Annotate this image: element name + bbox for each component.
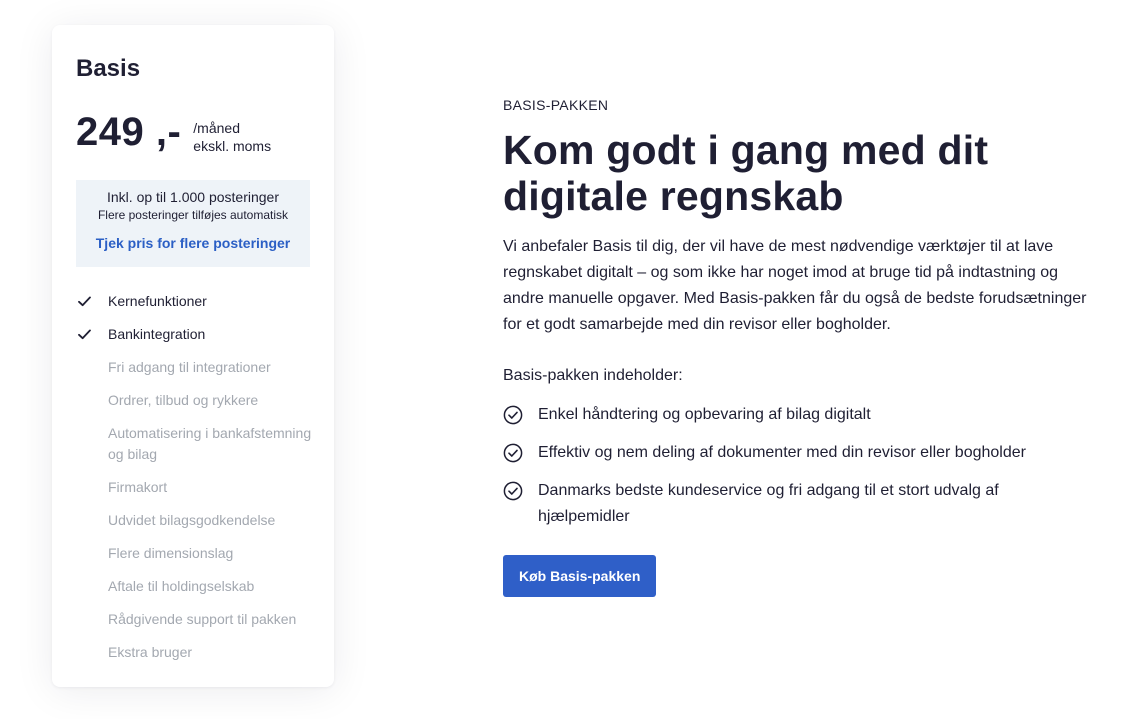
feature-spacer: [78, 423, 108, 444]
feature-spacer: [78, 510, 108, 531]
plan-name: Basis: [76, 55, 141, 82]
headline: Kom godt i gang med dit digitale regnska…: [503, 127, 989, 219]
circle-check-icon: [503, 478, 538, 504]
circle-check-icon: [503, 402, 538, 428]
check-price-link[interactable]: Tjek pris for flere posteringer: [96, 234, 291, 252]
postings-included: Inkl. op til 1.000 posteringer: [107, 189, 279, 205]
price-period: /måned: [193, 120, 240, 136]
feature-item: Ekstra bruger: [78, 642, 318, 663]
eyebrow: BASIS-PAKKEN: [503, 97, 609, 113]
feature-item: Automatisering i bankafstemning og bilag: [78, 423, 318, 465]
feature-spacer: [78, 543, 108, 564]
checkmark-icon: [78, 291, 108, 312]
benefit-item: Enkel håndtering og opbevaring af bilag …: [503, 402, 1093, 428]
feature-item: Aftale til holdingselskab: [78, 576, 318, 597]
price-row: 249 ,- /måned ekskl. moms: [76, 111, 271, 155]
benefit-text: Enkel håndtering og opbevaring af bilag …: [538, 406, 871, 423]
benefit-item: Effektiv og nem deling af dokumenter med…: [503, 440, 1093, 466]
pricing-card: Basis 249 ,- /måned ekskl. moms Inkl. op…: [52, 25, 334, 687]
price: 249 ,-: [76, 110, 182, 154]
feature-label: Bankintegration: [108, 326, 206, 342]
feature-label: Rådgivende support til pakken: [108, 611, 297, 627]
feature-item: Firmakort: [78, 477, 318, 498]
postings-note: Flere posteringer tilføjes automatisk: [97, 208, 289, 222]
benefit-item: Danmarks bedste kundeservice og fri adga…: [503, 478, 1093, 530]
package-details: BASIS-PAKKEN Kom godt i gang med dit dig…: [503, 95, 1093, 597]
feature-label: Automatisering i bankafstemning og bilag: [108, 425, 312, 462]
feature-label: Fri adgang til integrationer: [108, 359, 271, 375]
feature-spacer: [78, 357, 108, 378]
price-note: ekskl. moms: [193, 138, 272, 154]
feature-item: Rådgivende support til pakken: [78, 609, 318, 630]
feature-item: Bankintegration: [78, 324, 318, 345]
feature-item: Udvidet bilagsgodkendelse: [78, 510, 318, 531]
feature-label: Ekstra bruger: [108, 644, 193, 660]
feature-spacer: [78, 576, 108, 597]
feature-label: Kernefunktioner: [108, 293, 207, 309]
feature-spacer: [78, 390, 108, 411]
feature-label: Flere dimensionslag: [108, 545, 234, 561]
buy-basis-button[interactable]: Køb Basis-pakken: [503, 555, 657, 597]
feature-label: Ordrer, tilbud og rykkere: [108, 392, 259, 408]
benefit-text: Effektiv og nem deling af dokumenter med…: [538, 444, 1026, 461]
feature-item: Fri adgang til integrationer: [78, 357, 318, 378]
price-unit: /måned ekskl. moms: [193, 119, 271, 155]
postings-box: Inkl. op til 1.000 posteringer Flere pos…: [76, 180, 310, 267]
circle-check-icon: [503, 440, 538, 466]
feature-list: Kernefunktioner Bankintegration Fri adgang…: [78, 291, 318, 675]
feature-spacer: [78, 477, 108, 498]
checkmark-icon: [78, 324, 108, 345]
feature-label: Udvidet bilagsgodkendelse: [108, 512, 276, 528]
feature-label: Firmakort: [108, 479, 168, 495]
benefit-list: Enkel håndtering og opbevaring af bilag …: [503, 402, 1093, 530]
feature-spacer: [78, 642, 108, 663]
feature-item: Ordrer, tilbud og rykkere: [78, 390, 318, 411]
feature-item: Kernefunktioner: [78, 291, 318, 312]
feature-item: Flere dimensionslag: [78, 543, 318, 564]
description: Vi anbefaler Basis til dig, der vil have…: [503, 238, 1087, 333]
feature-spacer: [78, 609, 108, 630]
benefit-text: Danmarks bedste kundeservice og fri adga…: [538, 482, 999, 525]
feature-label: Aftale til holdingselskab: [108, 578, 255, 594]
contains-label: Basis-pakken indeholder:: [503, 367, 683, 384]
